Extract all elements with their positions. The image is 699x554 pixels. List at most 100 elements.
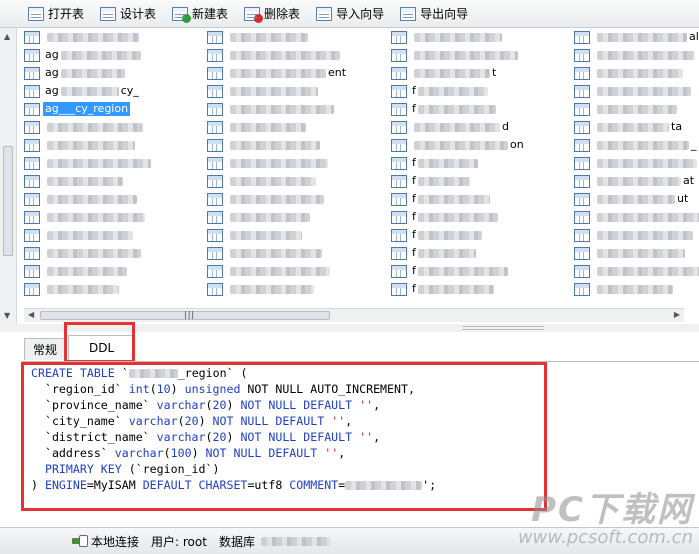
redacted-name xyxy=(60,50,141,60)
table-item[interactable] xyxy=(24,262,204,280)
tab-1[interactable]: DDL xyxy=(68,335,136,360)
ddl-code[interactable]: CREATE TABLE ` _region` ( `region_id` int… xyxy=(31,365,436,493)
table-item[interactable] xyxy=(24,172,204,190)
table-item[interactable]: f xyxy=(391,280,571,298)
table-item[interactable] xyxy=(391,46,571,64)
scrollbar-thumb[interactable] xyxy=(3,146,13,256)
table-item[interactable] xyxy=(574,280,699,298)
table-item[interactable]: f xyxy=(391,154,571,172)
table-item[interactable] xyxy=(207,46,387,64)
table-icon xyxy=(391,48,407,62)
table-item[interactable] xyxy=(574,244,699,262)
table-item[interactable] xyxy=(207,208,387,226)
toolbar-button-0[interactable]: 打开表 xyxy=(24,3,88,25)
table-item[interactable] xyxy=(574,82,699,100)
table-item[interactable] xyxy=(24,244,204,262)
table-item[interactable]: f xyxy=(391,262,571,280)
ddl-token: '' xyxy=(324,446,339,460)
table-item[interactable]: f xyxy=(391,208,571,226)
ddl-token: NOT NULL DEFAULT xyxy=(240,430,353,444)
table-item[interactable] xyxy=(24,208,204,226)
table-item[interactable]: f xyxy=(391,82,571,100)
table-item[interactable] xyxy=(207,172,387,190)
table-item[interactable] xyxy=(574,226,699,244)
table-item[interactable] xyxy=(24,136,204,154)
table-item[interactable]: ut xyxy=(574,190,699,208)
table-item[interactable]: alu xyxy=(574,28,699,46)
table-item[interactable] xyxy=(207,280,387,298)
toolbar-button-3[interactable]: 删除表 xyxy=(240,3,304,25)
table-item[interactable]: f xyxy=(391,244,571,262)
horizontal-scrollbar[interactable]: ◀ ||| ▶ xyxy=(24,308,684,322)
table-icon xyxy=(391,66,407,80)
table-item[interactable] xyxy=(207,226,387,244)
table-item[interactable] xyxy=(24,280,204,298)
table-item[interactable] xyxy=(24,154,204,172)
redacted-name xyxy=(597,122,669,132)
table-item[interactable] xyxy=(391,28,571,46)
table-item[interactable] xyxy=(207,136,387,154)
table-item[interactable]: f xyxy=(391,190,571,208)
table-icon xyxy=(574,102,590,116)
table-item[interactable]: f xyxy=(391,100,571,118)
table-item[interactable] xyxy=(207,262,387,280)
ddl-token: ) xyxy=(226,398,241,412)
table-item[interactable] xyxy=(574,64,699,82)
toolbar-button-5[interactable]: 导出向导 xyxy=(396,3,472,25)
redacted-name xyxy=(230,212,310,222)
table-item[interactable] xyxy=(207,190,387,208)
redacted-name xyxy=(60,86,119,96)
pane-splitter[interactable] xyxy=(0,324,699,332)
table-item[interactable]: ent xyxy=(207,64,387,82)
table-item[interactable] xyxy=(207,118,387,136)
ddl-token xyxy=(31,462,45,476)
table-item[interactable] xyxy=(574,154,699,172)
table-item[interactable]: ag xyxy=(24,46,204,64)
toolbar-button-2[interactable]: 新建表 xyxy=(168,3,232,25)
ddl-line: `city_name` varchar(20) NOT NULL DEFAULT… xyxy=(31,413,436,429)
table-item[interactable] xyxy=(24,226,204,244)
table-item[interactable]: a xyxy=(574,208,699,226)
table-item[interactable]: _ xyxy=(574,136,699,154)
table-item[interactable]: ag xyxy=(24,64,204,82)
table-item[interactable]: ag cy_ xyxy=(24,82,204,100)
toolbar-button-4[interactable]: 导入向导 xyxy=(312,3,388,25)
ddl-line: `region_id` int(10) unsigned NOT NULL AU… xyxy=(31,381,436,397)
table-item[interactable] xyxy=(574,46,699,64)
table-item[interactable]: on xyxy=(391,136,571,154)
toolbar-button-1[interactable]: 设计表 xyxy=(96,3,160,25)
table-item[interactable]: at xyxy=(574,172,699,190)
table-item[interactable] xyxy=(24,28,204,46)
ddl-token: NOT NULL DEFAULT xyxy=(240,398,353,412)
scroll-right-icon[interactable]: ▶ xyxy=(674,310,680,319)
table-item[interactable] xyxy=(207,154,387,172)
ddl-token: '' xyxy=(359,430,374,444)
table-item[interactable] xyxy=(207,82,387,100)
scroll-down-icon[interactable]: ▼ xyxy=(4,311,10,320)
redacted-name xyxy=(417,266,508,276)
table-item[interactable] xyxy=(207,244,387,262)
table-item[interactable] xyxy=(24,118,204,136)
tab-0[interactable]: 常规 xyxy=(24,338,67,360)
vertical-scrollbar[interactable]: ▲ ▼ xyxy=(0,28,17,324)
ddl-token: (`region_id`) xyxy=(121,462,220,476)
table-item[interactable] xyxy=(24,190,204,208)
table-item[interactable] xyxy=(207,100,387,118)
table-item[interactable]: t xyxy=(391,64,571,82)
scroll-left-icon[interactable]: ◀ xyxy=(28,310,34,319)
table-item[interactable] xyxy=(574,100,699,118)
table-item-suffix: ut xyxy=(677,192,689,205)
scroll-up-icon[interactable]: ▲ xyxy=(4,32,10,41)
table-item[interactable]: ag___cy_region xyxy=(24,100,204,118)
table-item[interactable]: id xyxy=(574,262,699,280)
table-item[interactable]: f xyxy=(391,226,571,244)
splitter-grip[interactable] xyxy=(462,326,544,330)
scrollbar-thumb[interactable]: ||| xyxy=(40,310,330,320)
ddl-token: =MyISAM xyxy=(86,478,143,492)
table-item[interactable]: f xyxy=(391,172,571,190)
redacted-name xyxy=(597,86,691,96)
table-item[interactable]: d xyxy=(391,118,571,136)
new-table-icon xyxy=(172,6,192,23)
table-item[interactable]: ta xyxy=(574,118,699,136)
table-item[interactable] xyxy=(207,28,387,46)
